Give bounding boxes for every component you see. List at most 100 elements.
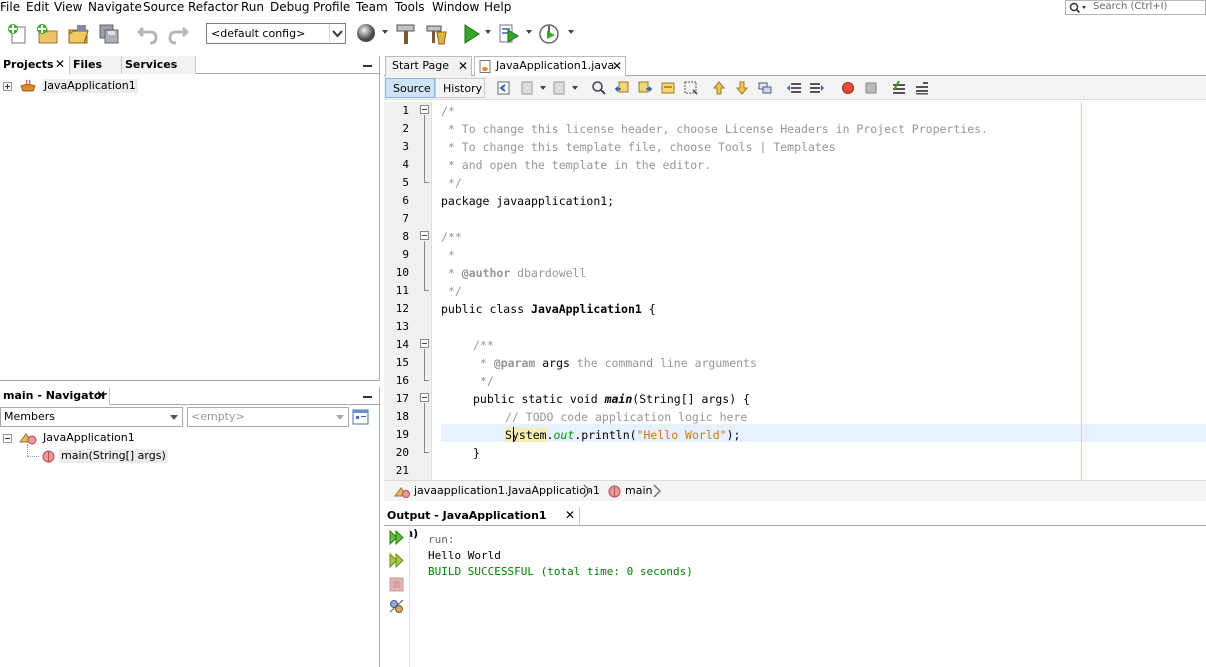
line-number: 10 bbox=[395, 266, 409, 279]
fold-toggle-icon[interactable] bbox=[420, 231, 429, 240]
navigator-panel-tabs: main - Navigator ✕ bbox=[0, 387, 379, 405]
close-icon[interactable]: ✕ bbox=[55, 56, 65, 73]
chevron-down-icon bbox=[329, 24, 345, 43]
toggle-highlight-icon[interactable] bbox=[660, 80, 676, 96]
menu-run[interactable]: Run bbox=[241, 0, 264, 14]
comment-icon[interactable] bbox=[891, 80, 907, 96]
close-icon[interactable]: ✕ bbox=[458, 57, 468, 75]
open-project-icon[interactable] bbox=[66, 22, 90, 46]
stop-macro-icon[interactable] bbox=[863, 80, 879, 96]
tab-services[interactable]: Services bbox=[122, 56, 196, 74]
minimize-icon[interactable] bbox=[363, 396, 372, 398]
fold-toggle-icon[interactable] bbox=[420, 393, 429, 402]
output-line-hello: Hello World bbox=[428, 549, 501, 562]
uncomment-icon[interactable] bbox=[914, 80, 930, 96]
code-line: * and open the template in the editor. bbox=[441, 158, 712, 172]
menu-file[interactable]: File bbox=[0, 0, 20, 14]
close-icon[interactable]: ✕ bbox=[612, 57, 622, 75]
menu-profile[interactable]: Profile bbox=[313, 0, 350, 14]
chevron-down-icon[interactable] bbox=[568, 30, 574, 34]
search-input[interactable]: Search (Ctrl+I) bbox=[1065, 0, 1206, 15]
chevron-down-icon[interactable] bbox=[526, 30, 532, 34]
tab-files[interactable]: Files bbox=[70, 56, 122, 74]
empty-select[interactable]: <empty> bbox=[187, 407, 349, 427]
code-editor[interactable]: 1 2 3 4 5 6 7 8 9 10 11 12 13 14 15 16 1… bbox=[384, 102, 1206, 480]
menu-help[interactable]: Help bbox=[484, 0, 511, 14]
rectangular-selection-icon[interactable] bbox=[683, 80, 699, 96]
filter-icon[interactable] bbox=[352, 408, 370, 426]
undo-icon[interactable] bbox=[136, 22, 160, 46]
next-bookmark-icon[interactable] bbox=[734, 80, 750, 96]
find-previous-icon[interactable] bbox=[614, 80, 630, 96]
fold-toggle-icon[interactable] bbox=[420, 339, 429, 348]
rerun-icon[interactable] bbox=[388, 529, 405, 546]
menu-source[interactable]: Source bbox=[143, 0, 184, 14]
line-number: 21 bbox=[395, 464, 409, 477]
code-line: /* bbox=[441, 104, 455, 118]
code-line: * bbox=[441, 248, 455, 262]
chevron-down-icon[interactable] bbox=[382, 30, 388, 34]
source-button[interactable]: Source bbox=[385, 78, 435, 98]
record-macro-icon[interactable] bbox=[840, 80, 856, 96]
chevron-down-icon[interactable] bbox=[485, 30, 491, 34]
clean-build-icon[interactable] bbox=[424, 22, 448, 46]
new-file-icon[interactable] bbox=[6, 22, 30, 46]
expand-icon[interactable] bbox=[3, 82, 12, 91]
redo-icon[interactable] bbox=[166, 22, 190, 46]
menu-window[interactable]: Window bbox=[432, 0, 479, 14]
menu-navigate[interactable]: Navigate bbox=[88, 0, 142, 14]
history-button[interactable]: History bbox=[435, 78, 485, 98]
find-next-icon[interactable] bbox=[637, 80, 653, 96]
tab-navigator[interactable]: main - Navigator ✕ bbox=[0, 387, 110, 405]
forward-icon[interactable] bbox=[551, 80, 567, 96]
back-icon[interactable] bbox=[519, 80, 535, 96]
javadoc-star: * bbox=[473, 356, 494, 370]
rerun-with-params-icon[interactable] bbox=[388, 552, 405, 569]
close-icon[interactable]: ✕ bbox=[565, 507, 575, 524]
run-icon[interactable] bbox=[460, 22, 484, 46]
save-all-icon[interactable] bbox=[97, 22, 121, 46]
line-number: 12 bbox=[395, 302, 409, 315]
last-edit-icon[interactable] bbox=[496, 80, 512, 96]
collapse-icon[interactable] bbox=[3, 434, 12, 443]
shift-left-icon[interactable] bbox=[786, 80, 802, 96]
config-select[interactable]: <default config> bbox=[206, 23, 346, 44]
menu-refactor[interactable]: Refactor bbox=[188, 0, 238, 14]
chevron-down-icon[interactable] bbox=[572, 86, 578, 90]
menu-view[interactable]: View bbox=[54, 0, 82, 14]
line-number: 1 bbox=[402, 104, 409, 117]
find-icon[interactable] bbox=[591, 80, 607, 96]
chevron-down-icon[interactable] bbox=[540, 86, 546, 90]
tab-projects[interactable]: Projects ✕ bbox=[0, 56, 70, 74]
tab-output[interactable]: Output - JavaApplication1 (run) ✕ bbox=[384, 507, 580, 540]
tab-services-label: Services bbox=[125, 58, 178, 71]
fold-line bbox=[424, 290, 429, 291]
breadcrumb-class[interactable]: javaapplication1.JavaApplication1 bbox=[414, 481, 600, 501]
profile-icon[interactable] bbox=[538, 22, 562, 46]
close-icon[interactable]: ✕ bbox=[96, 387, 106, 404]
breadcrumb-method[interactable]: main bbox=[625, 481, 652, 501]
toggle-bookmark-icon[interactable] bbox=[757, 80, 773, 96]
fold-toggle-icon[interactable] bbox=[420, 105, 429, 114]
settings-icon[interactable] bbox=[388, 598, 405, 615]
menu-tools[interactable]: Tools bbox=[395, 0, 425, 14]
menu-edit[interactable]: Edit bbox=[26, 0, 49, 14]
new-project-icon[interactable] bbox=[35, 22, 59, 46]
minimize-icon[interactable] bbox=[363, 65, 372, 67]
output-panel: Output - JavaApplication1 (run) ✕ run: H… bbox=[384, 507, 1206, 667]
line-number: 17 bbox=[395, 392, 409, 405]
previous-bookmark-icon[interactable] bbox=[711, 80, 727, 96]
stop-icon[interactable] bbox=[388, 576, 405, 593]
class-icon bbox=[394, 487, 410, 498]
javadoc-tag: @param bbox=[493, 356, 536, 370]
shift-right-icon[interactable] bbox=[809, 80, 825, 96]
code-text: .println( bbox=[574, 428, 637, 442]
menu-team[interactable]: Team bbox=[356, 0, 388, 14]
members-filter-select[interactable]: Members bbox=[0, 407, 183, 427]
menu-debug[interactable]: Debug bbox=[270, 0, 309, 14]
build-hammer-icon[interactable] bbox=[394, 22, 418, 46]
tab-java-file[interactable]: JavaApplication1.java ✕ bbox=[474, 56, 626, 76]
tab-start-page[interactable]: Start Page ✕ bbox=[385, 56, 472, 76]
globe-icon[interactable] bbox=[355, 22, 379, 46]
debug-icon[interactable] bbox=[497, 22, 521, 46]
